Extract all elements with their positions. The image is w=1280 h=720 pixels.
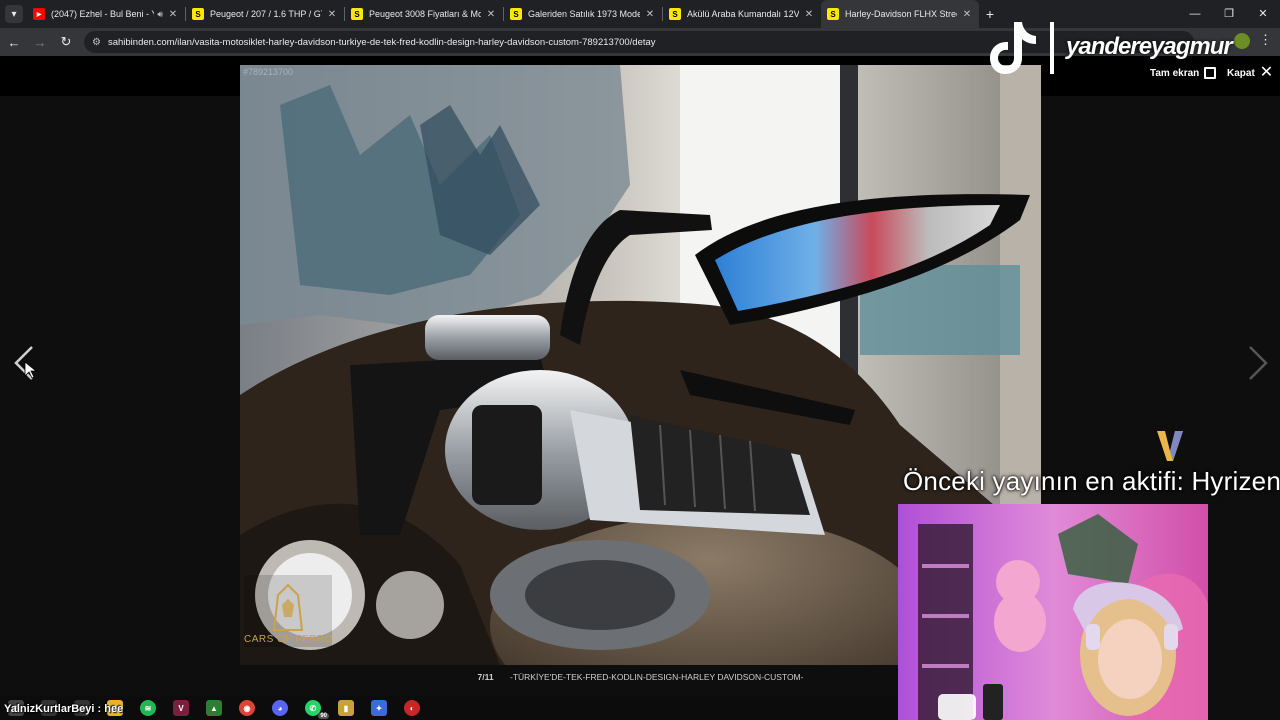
fullscreen-icon: [1204, 67, 1217, 79]
vegas-icon[interactable]: V: [173, 700, 189, 716]
sahibinden-icon: S: [351, 8, 363, 20]
profile-avatar[interactable]: [1234, 33, 1250, 49]
whatsapp-badge: 90: [318, 713, 329, 719]
speaker-icon[interactable]: 🔊︎: [157, 9, 163, 20]
tab-label: Peugeot 3008 Fiyatları & Mode: [369, 9, 481, 19]
tiktok-logo-icon: [990, 22, 1036, 74]
tab-label: Akülü Araba Kumandalı 12V Ve: [687, 9, 799, 19]
discord-icon[interactable]: ◕: [272, 700, 288, 716]
chat-message-overlay: YalnizKurtlarBeyi : hee: [4, 703, 124, 715]
app-icon[interactable]: ✦: [371, 700, 387, 716]
url-text: sahibinden.com/ilan/vasita-motosiklet-ha…: [107, 36, 656, 48]
sahibinden-icon: S: [510, 8, 522, 20]
tab-harley-davidson[interactable]: S Harley-Davidson FLHX Street G ✕: [821, 0, 979, 28]
tab-strip: ▾ ▶ (2047) Ezhel - Bul Beni - Yo 🔊︎ ✕ S …: [0, 0, 1280, 28]
photo-counter: 7/11: [477, 672, 494, 682]
whatsapp-icon[interactable]: ✆ 90: [305, 700, 329, 719]
close-viewer-button[interactable]: Kapat ✕: [1227, 64, 1274, 81]
tab-galeriden[interactable]: S Galeriden Satılık 1973 Model K ✕: [504, 0, 662, 28]
tiktok-username: yandereyagmur: [1066, 33, 1233, 60]
streamer-webcam: [898, 504, 1208, 720]
close-tab-icon[interactable]: ✕: [485, 9, 497, 20]
minimize-icon[interactable]: —: [1178, 0, 1212, 28]
photo-caption: -TÜRKİYE'DE-TEK-FRED-KODLIN-DESIGN-HARLE…: [509, 672, 804, 682]
close-tab-icon[interactable]: ✕: [644, 9, 656, 20]
window-controls: — ❐ ✕: [1178, 0, 1280, 28]
app-icon[interactable]: ▲: [206, 700, 222, 716]
app-icon[interactable]: ▮: [338, 700, 354, 716]
sahibinden-icon: S: [669, 8, 681, 20]
close-tab-icon[interactable]: ✕: [167, 9, 179, 20]
next-photo-icon[interactable]: [1242, 343, 1272, 383]
tab-peugeot-3008[interactable]: S Peugeot 3008 Fiyatları & Mode ✕: [345, 0, 503, 28]
close-icon: ✕: [1259, 64, 1274, 81]
tab-label: (2047) Ezhel - Bul Beni - Yo: [51, 9, 155, 19]
chrome-icon[interactable]: ◉: [239, 700, 255, 716]
sahibinden-icon: S: [827, 8, 839, 20]
fullscreen-label: Tam ekran: [1150, 67, 1200, 79]
fullscreen-button[interactable]: Tam ekran: [1150, 67, 1217, 79]
tab-akulu-araba[interactable]: S Akülü Araba Kumandalı 12V Ve ✕: [663, 0, 821, 28]
app-icon[interactable]: ◐: [404, 700, 420, 716]
previous-stream-top-chatter: Önceki yayının en aktifi: Hyrizen: [903, 466, 1280, 496]
tab-label: Peugeot / 207 / 1.6 THP / GT / ...: [210, 9, 322, 19]
back-icon[interactable]: ←: [2, 35, 26, 50]
screen: ▾ ▶ (2047) Ezhel - Bul Beni - Yo 🔊︎ ✕ S …: [0, 0, 1280, 720]
tab-label: Galeriden Satılık 1973 Model K: [528, 9, 640, 19]
close-window-icon[interactable]: ✕: [1246, 0, 1280, 28]
previous-photo-icon[interactable]: [10, 343, 40, 383]
close-tab-icon[interactable]: ✕: [961, 9, 973, 20]
site-info-icon[interactable]: ⚙︎: [92, 37, 101, 48]
windows-taskbar: ⊞ ○ ▭ ▤ ≋ V ▲ ◉ ◕ ✆ 90 ▮ ✦ ◐: [0, 696, 898, 720]
overlay-divider: [1050, 22, 1054, 74]
tab-label: Harley-Davidson FLHX Street G: [845, 9, 957, 19]
sahibinden-icon: S: [192, 8, 204, 20]
v-logo-icon: [1157, 431, 1183, 461]
tab-search-icon[interactable]: ▾: [5, 5, 23, 23]
close-tab-icon[interactable]: ✕: [803, 9, 815, 20]
restore-icon[interactable]: ❐: [1212, 0, 1246, 28]
youtube-icon: ▶: [33, 8, 45, 20]
menu-icon[interactable]: ⋮: [1259, 32, 1272, 48]
cars-of-ferro-text: CARS OF FERRO: [244, 634, 333, 645]
close-tab-icon[interactable]: ✕: [326, 9, 338, 20]
tab-youtube[interactable]: ▶ (2047) Ezhel - Bul Beni - Yo 🔊︎ ✕: [27, 0, 185, 28]
forward-icon[interactable]: →: [28, 35, 52, 50]
reload-icon[interactable]: ↻: [54, 34, 78, 50]
photo-id-watermark: #789213700: [243, 67, 294, 77]
tab-peugeot-207[interactable]: S Peugeot / 207 / 1.6 THP / GT / ... ✕: [186, 0, 344, 28]
spotify-icon[interactable]: ≋: [140, 700, 156, 716]
close-label: Kapat: [1227, 67, 1255, 79]
